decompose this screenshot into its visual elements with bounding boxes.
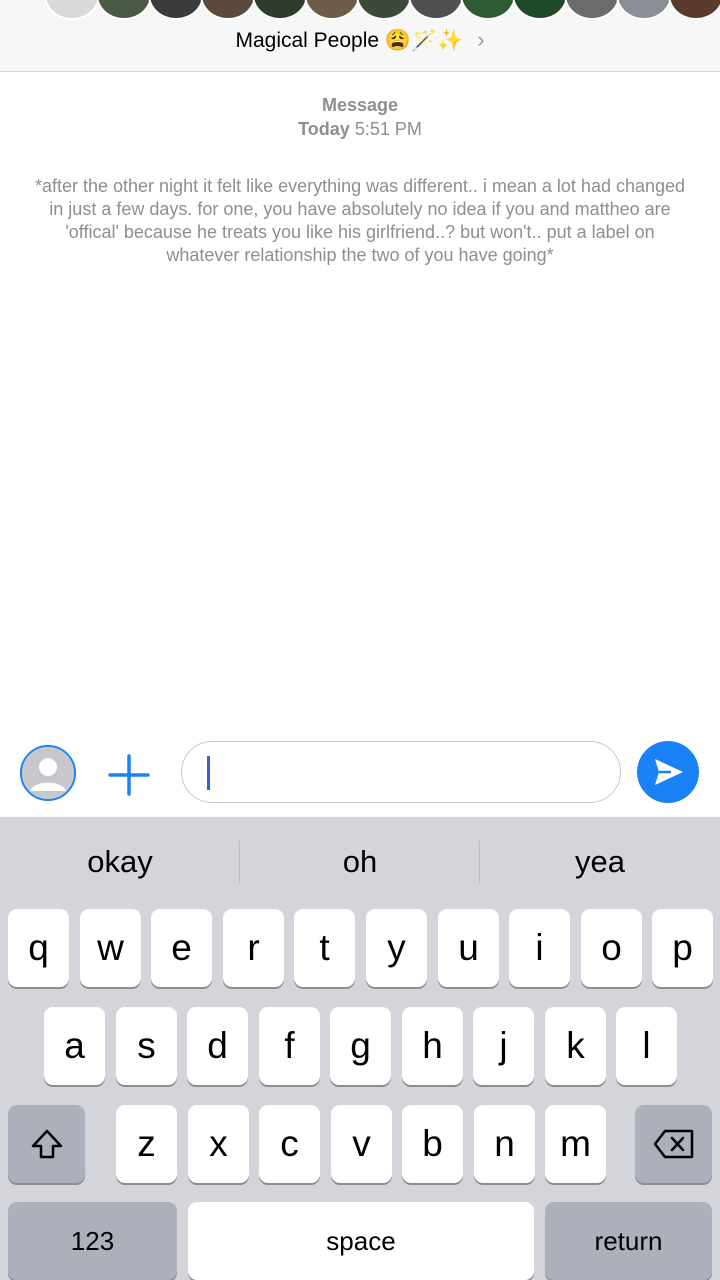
key-h[interactable]: h [402,1007,463,1085]
suggestion-1[interactable]: okay [0,817,240,907]
key-l[interactable]: l [616,1007,677,1085]
group-member-avatar [460,0,516,20]
key-r[interactable]: r [223,909,284,987]
key-u[interactable]: u [438,909,499,987]
message-body: *after the other night it felt like ever… [34,176,686,265]
key-w[interactable]: w [80,909,141,987]
key-c[interactable]: c [259,1105,320,1183]
message-label: Message [321,95,399,115]
send-button[interactable] [637,741,699,803]
key-f[interactable]: f [259,1007,320,1085]
key-a[interactable]: a [44,1007,105,1085]
group-member-avatar [252,0,308,20]
group-member-avatar [96,0,152,20]
group-emoji: 😩🪄✨ [384,29,464,52]
group-member-avatar [408,0,464,20]
key-y[interactable]: y [366,909,427,987]
key-q[interactable]: q [8,909,69,987]
group-member-avatar [564,0,620,20]
suggestion-3[interactable]: yea [480,817,720,907]
shift-key[interactable] [8,1105,85,1183]
key-k[interactable]: k [545,1007,606,1085]
key-m[interactable]: m [545,1105,606,1183]
delete-key[interactable] [635,1105,712,1183]
key-s[interactable]: s [116,1007,177,1085]
timestamp-time: 5:51 PM [354,119,422,139]
group-member-avatar [668,0,720,20]
group-member-avatar [148,0,204,20]
key-p[interactable]: p [652,909,713,987]
delete-icon [653,1129,693,1159]
key-x[interactable]: x [188,1105,249,1183]
timestamp-day: Today [298,119,350,139]
key-o[interactable]: o [581,909,642,987]
text-caret [207,756,210,790]
key-g[interactable]: g [330,1007,391,1085]
key-n[interactable]: n [474,1105,535,1183]
key-z[interactable]: z [116,1105,177,1183]
group-title-row[interactable]: Magical People 😩🪄✨ › [0,27,720,53]
group-avatars[interactable] [0,0,720,22]
key-v[interactable]: v [331,1105,392,1183]
key-i[interactable]: i [509,909,570,987]
plus-icon [108,754,150,796]
send-icon [655,759,683,785]
key-j[interactable]: j [473,1007,534,1085]
key-d[interactable]: d [187,1007,248,1085]
message-meta: Message Today 5:51 PM [0,93,720,141]
conversation-header: Magical People 😩🪄✨ › [0,0,720,72]
plus-button[interactable] [106,752,152,798]
group-member-avatar [200,0,256,20]
compose-bar [0,740,720,806]
key-e[interactable]: e [151,909,212,987]
person-icon [22,747,74,799]
suggestion-2[interactable]: oh [240,817,480,907]
key-b[interactable]: b [402,1105,463,1183]
message-timestamp: Today 5:51 PM [0,117,720,141]
group-member-avatar [512,0,568,20]
group-member-avatar [304,0,360,20]
group-member-avatar [356,0,412,20]
group-member-avatar [44,0,100,20]
group-name: Magical People [235,29,380,52]
contact-button[interactable] [20,745,76,801]
group-member-avatar [616,0,672,20]
return-key[interactable]: return [545,1202,712,1280]
shift-icon [31,1129,62,1159]
key-t[interactable]: t [294,909,355,987]
chevron-right-icon: › [477,27,485,52]
space-key[interactable]: space [188,1202,534,1280]
message-input[interactable] [181,741,621,803]
keyboard: okay oh yea 123 space return qwertyuiop a… [0,817,720,1280]
numbers-key[interactable]: 123 [8,1202,177,1280]
